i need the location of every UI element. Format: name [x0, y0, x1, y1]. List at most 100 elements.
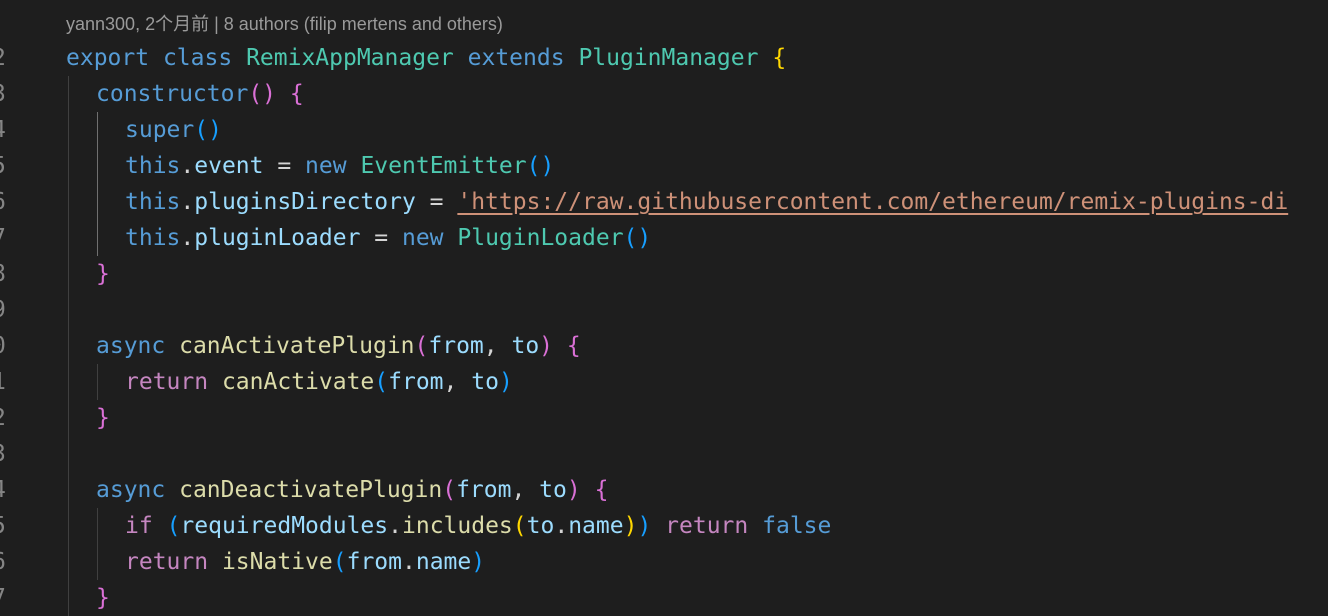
param: to [511, 333, 540, 359]
code-content: return canActivate(from, to) [125, 369, 513, 395]
indent-guide [68, 508, 69, 544]
indent-guide [68, 148, 69, 184]
property: pluginsDirectory [194, 189, 416, 215]
async-keyword: async [96, 333, 166, 359]
code-content: } [96, 400, 110, 436]
new-keyword: new [305, 153, 347, 179]
code-content: super() [125, 112, 222, 148]
code-line[interactable]: 9 [0, 292, 1328, 328]
param: to [539, 477, 567, 503]
false-literal: false [762, 513, 832, 539]
property: event [194, 153, 264, 179]
variable: requiredModules [180, 513, 389, 539]
code-line[interactable]: 0 async canActivatePlugin(from, to) { [0, 328, 1328, 364]
line-number: 3 [0, 76, 6, 112]
arg: from [388, 369, 444, 395]
code-line[interactable]: 1 return canActivate(from, to) [0, 364, 1328, 400]
param: from [428, 333, 484, 359]
line-number: 6 [0, 544, 6, 580]
keyword-class: class [162, 45, 233, 71]
indent-guide [68, 364, 69, 400]
async-keyword: async [96, 477, 166, 503]
return-keyword: return [665, 513, 749, 539]
line-number: 9 [0, 292, 6, 328]
indent-guide [68, 292, 69, 328]
method-name: canActivatePlugin [179, 333, 415, 359]
class-name: PluginLoader [457, 225, 624, 251]
code-line[interactable]: 5 if (requiredModules.includes(to.name))… [0, 508, 1328, 544]
arg: from [346, 549, 402, 575]
code-line[interactable]: 3 constructor() { [0, 76, 1328, 112]
code-content: this.event = new EventEmitter() [125, 153, 555, 179]
parens: () [526, 153, 555, 179]
line-number: 5 [0, 148, 6, 184]
arg: to [471, 369, 499, 395]
super-keyword: super [125, 117, 195, 143]
code-line[interactable]: 6 this.pluginsDirectory = 'https://raw.g… [0, 184, 1328, 220]
indent-guide [68, 76, 69, 112]
line-number: 2 [0, 40, 6, 76]
line-number: 3 [0, 436, 6, 472]
url-string-link[interactable]: 'https://raw.githubusercontent.com/ether… [457, 189, 1288, 215]
line-number: 0 [0, 328, 6, 364]
line-number: 2 [0, 400, 6, 436]
line-number: 5 [0, 508, 6, 544]
code-line[interactable]: 2 export class RemixAppManager extends P… [0, 40, 1328, 76]
open-brace: { [594, 477, 609, 503]
code-content: this.pluginLoader = new PluginLoader() [125, 225, 652, 251]
code-line[interactable]: 7 } [0, 580, 1328, 616]
git-blame-codelens[interactable]: yann300, 2个月前 | 8 authors (filip mertens… [66, 10, 503, 36]
this-keyword: this [125, 225, 181, 251]
code-line[interactable]: 2 } [0, 400, 1328, 436]
line-number: 7 [0, 220, 6, 256]
this-keyword: this [125, 153, 181, 179]
line-number: 8 [0, 256, 6, 292]
code-line[interactable]: 6 return isNative(from.name) [0, 544, 1328, 580]
indent-guide [68, 544, 69, 580]
parens: () [194, 117, 222, 143]
indent-guide [97, 508, 98, 544]
code-line[interactable]: 4 super() [0, 112, 1328, 148]
code-content: return isNative(from.name) [125, 549, 486, 575]
code-content: } [96, 580, 110, 616]
indent-guide [68, 256, 69, 292]
line-number: 4 [0, 112, 6, 148]
indent-guide [97, 364, 98, 400]
line-number: 7 [0, 580, 6, 616]
indent-guide [68, 220, 69, 256]
indent-guide [68, 328, 69, 364]
code-editor[interactable]: yann300, 2个月前 | 8 authors (filip mertens… [0, 0, 1328, 616]
base-class-name: PluginManager [578, 45, 759, 71]
parens: () [248, 81, 277, 107]
indent-guide [68, 112, 69, 148]
code-lines: 2 export class RemixAppManager extends P… [0, 40, 1328, 616]
indent-guide [68, 436, 69, 472]
indent-guide [97, 148, 98, 184]
indent-guide [68, 580, 69, 616]
constructor-keyword: constructor [96, 81, 249, 107]
new-keyword: new [401, 225, 444, 251]
keyword-extends: extends [467, 45, 565, 71]
code-content: constructor() { [96, 76, 304, 112]
arg: to [526, 513, 555, 539]
line-number: 4 [0, 472, 6, 508]
indent-guide [68, 400, 69, 436]
this-keyword: this [125, 189, 181, 215]
code-line[interactable]: 8 } [0, 256, 1328, 292]
indent-guide [68, 472, 69, 508]
code-line[interactable]: 7 this.pluginLoader = new PluginLoader() [0, 220, 1328, 256]
class-name: EventEmitter [360, 153, 527, 179]
code-line[interactable]: 3 [0, 436, 1328, 472]
code-content: export class RemixAppManager extends Plu… [66, 40, 786, 76]
indent-guide [97, 184, 98, 220]
line-number: 1 [0, 364, 6, 400]
class-name: RemixAppManager [246, 45, 454, 71]
return-keyword: return [125, 369, 209, 395]
method-call: includes [402, 513, 513, 539]
code-line[interactable]: 4 async canDeactivatePlugin(from, to) { [0, 472, 1328, 508]
code-content: if (requiredModules.includes(to.name)) r… [125, 513, 832, 539]
indent-guide [97, 112, 98, 148]
open-brace: { [289, 81, 304, 107]
code-line[interactable]: 5 this.event = new EventEmitter() [0, 148, 1328, 184]
indent-guide [68, 184, 69, 220]
